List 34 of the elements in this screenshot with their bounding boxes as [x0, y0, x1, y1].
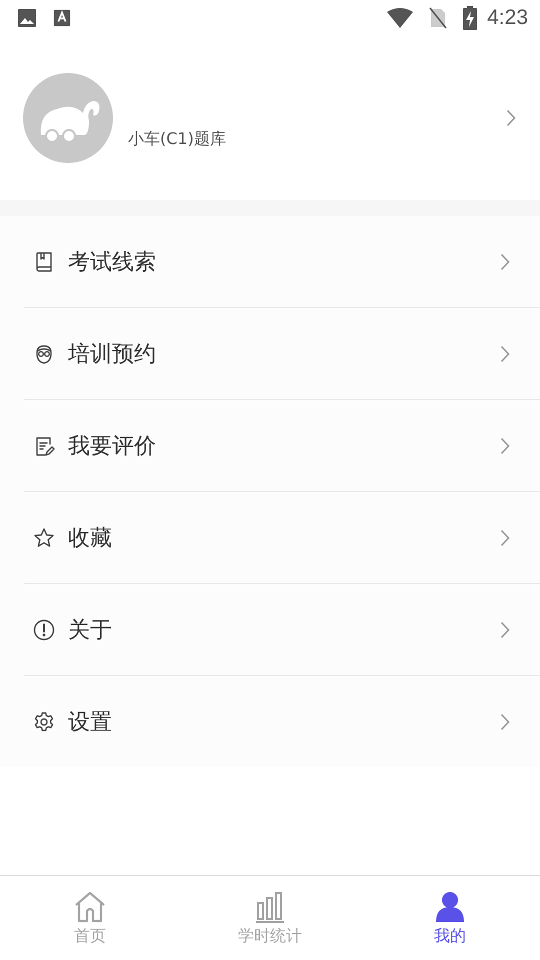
menu-item[interactable]: 收藏: [24, 492, 540, 584]
menu-label: 考试线索: [68, 248, 156, 276]
chevron-right-icon: [500, 712, 510, 730]
menu-label: 我要评价: [68, 432, 156, 460]
info-icon: [33, 618, 55, 640]
menu-item[interactable]: 设置: [24, 676, 540, 767]
bar-chart-icon: [255, 890, 285, 924]
chevron-right-icon: [506, 109, 516, 127]
chevron-right-icon: [500, 528, 510, 546]
image-notification-icon: [17, 8, 37, 28]
settings-icon: [33, 710, 55, 732]
menu-item[interactable]: 培训预约: [24, 308, 540, 400]
chevron-right-icon: [500, 436, 510, 454]
no-sim-icon: [429, 7, 448, 29]
star-icon: [33, 526, 55, 548]
menu-item[interactable]: 考试线索: [24, 216, 540, 308]
menu-label: 设置: [68, 708, 112, 736]
wifi-icon: [387, 8, 414, 28]
menu-item[interactable]: 关于: [24, 584, 540, 676]
menu-label: 培训预约: [68, 340, 156, 368]
user-icon: [433, 890, 467, 924]
chevron-right-icon: [500, 620, 510, 638]
keyboard-notification-icon: [53, 9, 71, 27]
chevron-right-icon: [500, 252, 510, 270]
nav-tab[interactable]: 我的: [360, 876, 540, 960]
clock-time: 4:23: [487, 6, 528, 30]
menu-label: 关于: [68, 616, 112, 644]
home-icon: [73, 890, 107, 924]
question-bank-label: 小车(C1)题库: [128, 128, 226, 150]
battery-charging-icon: [463, 6, 478, 30]
chevron-right-icon: [500, 344, 510, 362]
menu-label: 收藏: [68, 524, 112, 552]
profile-row[interactable]: 小车(C1)题库: [0, 36, 540, 200]
menu-item[interactable]: 我要评价: [24, 400, 540, 492]
